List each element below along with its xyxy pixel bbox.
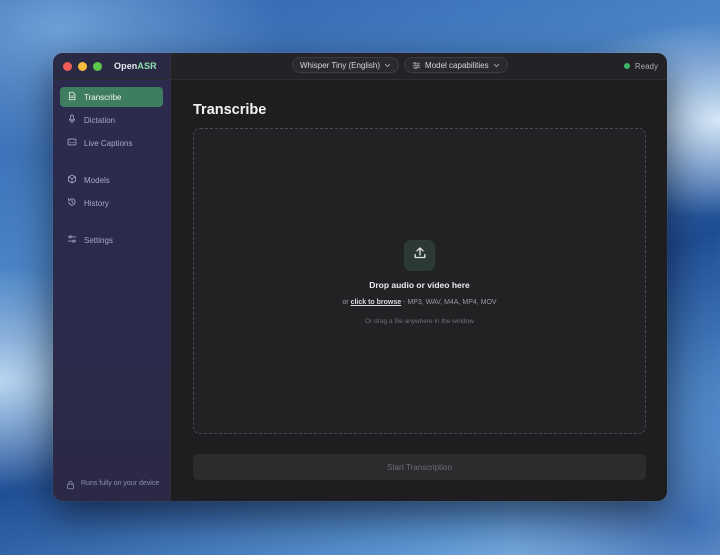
upload-button[interactable] <box>404 240 435 271</box>
page-title: Transcribe <box>193 102 267 118</box>
lock-icon <box>66 480 75 493</box>
browse-link[interactable]: click to browse <box>351 299 402 306</box>
app-name: OpenASR <box>114 61 157 71</box>
history-icon <box>67 197 77 209</box>
sidebar-item-dictation[interactable]: Dictation <box>60 110 163 130</box>
title-bar: OpenASR Whisper Tiny (English) Model cap… <box>53 53 667 80</box>
microphone-icon <box>67 114 77 126</box>
sidebar-item-transcribe[interactable]: Transcribe <box>60 87 163 107</box>
model-capabilities-button[interactable]: Model capabilities <box>404 57 508 73</box>
zoom-window-button[interactable] <box>93 61 102 71</box>
status-dot-icon <box>623 63 630 69</box>
sidebar-item-live-captions[interactable]: Live Captions <box>60 133 163 153</box>
document-icon <box>67 91 77 103</box>
model-selector[interactable]: Whisper Tiny (English) <box>292 57 400 73</box>
sidebar-item-settings[interactable]: Settings <box>60 230 163 250</box>
sidebar-item-label: History <box>84 198 109 208</box>
sidebar-item-models[interactable]: Models <box>60 170 163 190</box>
start-transcription-button[interactable]: Start Transcription <box>193 454 646 480</box>
main-content: Transcribe Drop audio or video here or c… <box>171 80 667 501</box>
sliders-icon <box>412 61 421 70</box>
sidebar-item-label: Live Captions <box>84 138 133 148</box>
window-body: Transcribe Dictation Live Captions Model… <box>53 80 667 501</box>
app-name-accent: ASR <box>137 61 157 71</box>
sidebar-item-label: Models <box>84 175 110 185</box>
supported-formats: - MP3, WAV, M4A, MP4, MOV <box>403 299 497 306</box>
dropzone-subtitle: or click to browse - MP3, WAV, M4A, MP4,… <box>194 299 645 306</box>
dropzone-sub-prefix: or <box>342 299 349 306</box>
sidebar-item-label: Dictation <box>84 115 116 125</box>
close-window-button[interactable] <box>63 61 72 71</box>
cube-icon <box>67 174 77 186</box>
window-controls <box>63 61 102 71</box>
sidebar-item-label: Settings <box>84 235 113 245</box>
chevron-down-icon <box>493 62 500 69</box>
dropzone-hint: Or drag a file anywhere in the window <box>365 318 474 325</box>
upload-icon <box>413 246 427 265</box>
privacy-note: Runs fully on your device <box>66 480 160 493</box>
privacy-note-text: Runs fully on your device <box>81 480 160 487</box>
chevron-down-icon <box>384 62 391 69</box>
minimize-window-button[interactable] <box>78 61 87 71</box>
sidebar-item-label: Transcribe <box>84 92 122 102</box>
sliders-icon <box>67 234 77 246</box>
app-name-prefix: Open <box>114 61 138 71</box>
file-dropzone[interactable]: Drop audio or video here or click to bro… <box>193 128 646 434</box>
status-indicator: Ready <box>623 53 658 79</box>
status-text: Ready <box>634 61 658 71</box>
app-window: OpenASR Whisper Tiny (English) Model cap… <box>53 53 667 501</box>
title-bar-left: OpenASR <box>53 53 171 79</box>
captions-icon <box>67 137 77 149</box>
sidebar-item-history[interactable]: History <box>60 193 163 213</box>
model-capabilities-label: Model capabilities <box>425 60 489 70</box>
model-selector-label: Whisper Tiny (English) <box>300 60 381 70</box>
toolbar-center: Whisper Tiny (English) Model capabilitie… <box>292 57 508 73</box>
dropzone-title: Drop audio or video here <box>369 280 470 290</box>
sidebar: Transcribe Dictation Live Captions Model… <box>53 80 171 501</box>
sidebar-nav: Transcribe Dictation Live Captions Model… <box>53 80 170 250</box>
